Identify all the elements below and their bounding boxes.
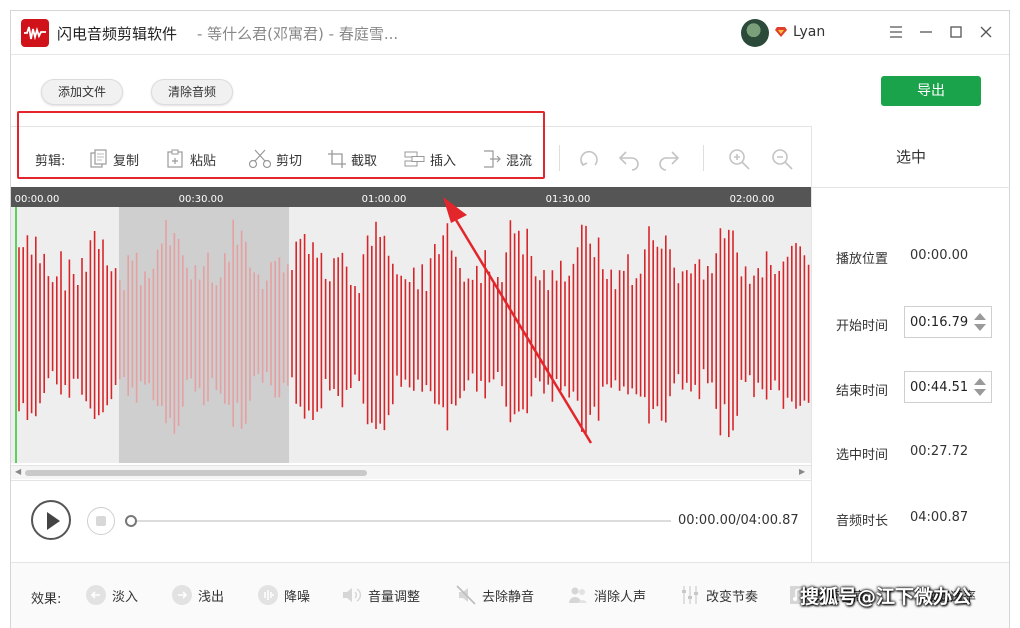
scroll-right-icon[interactable]: ▶ bbox=[799, 467, 805, 476]
vocals-icon bbox=[569, 587, 587, 603]
end-time-stepper[interactable]: 00:44.51 bbox=[904, 371, 992, 403]
toolbar-separator bbox=[559, 145, 560, 171]
scroll-thumb[interactable] bbox=[25, 470, 367, 476]
fade-out-icon bbox=[172, 585, 192, 605]
selected-time-value: 00:27.72 bbox=[910, 444, 969, 459]
timeline-ruler[interactable]: 00:00.00 00:30.00 01:00.00 01:30.00 02:0… bbox=[11, 187, 811, 207]
undo-icon[interactable] bbox=[617, 147, 641, 171]
remove-silence-label: 去除静音 bbox=[482, 589, 535, 605]
remove-silence-button[interactable]: 去除静音 bbox=[455, 583, 534, 607]
progress-knob[interactable] bbox=[125, 515, 137, 527]
title-bar: 闪电音频剪辑软件 - 等什么君(邓寓君) - 春庭雪... Lyan bbox=[11, 11, 1009, 55]
panel-title: 选中 bbox=[812, 126, 1010, 188]
minimize-icon[interactable] bbox=[915, 21, 937, 43]
mute-icon bbox=[456, 585, 476, 605]
play-position-value: 00:00.00 bbox=[910, 248, 969, 263]
volume-icon bbox=[343, 588, 362, 602]
duration-value: 04:00.87 bbox=[910, 510, 969, 525]
change-rhythm-label: 改变节奏 bbox=[706, 589, 759, 605]
play-position-label: 播放位置 bbox=[836, 252, 889, 267]
start-time-value[interactable]: 00:16.79 bbox=[910, 315, 968, 330]
fade-in-button[interactable]: 淡入 bbox=[85, 583, 138, 607]
annotation-highlight-box bbox=[17, 111, 545, 179]
decrement-icon[interactable] bbox=[974, 324, 986, 331]
scroll-left-icon[interactable]: ◀ bbox=[15, 467, 21, 476]
app-logo-icon bbox=[21, 19, 49, 47]
redo-icon[interactable] bbox=[657, 147, 681, 171]
end-time-label: 结束时间 bbox=[836, 384, 889, 399]
app-name: 闪电音频剪辑软件 bbox=[57, 25, 178, 43]
vip-diamond-icon bbox=[775, 27, 787, 37]
denoise-label: 降噪 bbox=[284, 589, 311, 605]
volume-adjust-button[interactable]: 音量调整 bbox=[341, 583, 420, 607]
change-rhythm-button[interactable]: 改变节奏 bbox=[679, 583, 758, 607]
loop-icon[interactable] bbox=[577, 147, 601, 171]
duration-label: 音频时长 bbox=[836, 514, 889, 529]
maximize-icon[interactable] bbox=[945, 21, 967, 43]
waveform bbox=[18, 219, 810, 438]
stop-button[interactable] bbox=[87, 507, 115, 535]
fade-in-icon bbox=[86, 585, 106, 605]
zoom-out-icon[interactable] bbox=[770, 147, 794, 171]
remove-vocals-label: 消除人声 bbox=[594, 589, 647, 605]
waveform-area[interactable] bbox=[11, 207, 811, 463]
tick-label: 00:30.00 bbox=[178, 194, 224, 205]
divider bbox=[11, 480, 811, 481]
avatar[interactable] bbox=[741, 19, 769, 47]
rhythm-icon bbox=[682, 586, 698, 604]
playhead[interactable] bbox=[15, 207, 17, 463]
denoise-icon bbox=[258, 585, 278, 605]
start-time-stepper[interactable]: 00:16.79 bbox=[904, 306, 992, 338]
decrement-icon[interactable] bbox=[974, 389, 986, 396]
effects-label: 效果: bbox=[31, 592, 62, 607]
tick-label: 01:00.00 bbox=[361, 194, 407, 205]
tick-label: 00:00.00 bbox=[14, 194, 60, 205]
increment-icon[interactable] bbox=[974, 313, 986, 320]
close-icon[interactable] bbox=[975, 21, 997, 43]
progress-track[interactable] bbox=[131, 520, 671, 522]
selection-panel: 选中 播放位置 00:00.00 开始时间 00:16.79 结束时间 00:4… bbox=[811, 126, 1010, 562]
fade-out-label: 浅出 bbox=[198, 589, 225, 605]
fade-in-label: 淡入 bbox=[112, 589, 139, 605]
remove-vocals-button[interactable]: 消除人声 bbox=[567, 583, 646, 607]
watermark: 搜狐号@江下微办公 bbox=[800, 586, 972, 608]
app-window: 闪电音频剪辑软件 - 等什么君(邓寓君) - 春庭雪... Lyan 添加文件 … bbox=[10, 10, 1010, 628]
zoom-in-icon[interactable] bbox=[727, 147, 751, 171]
increment-icon[interactable] bbox=[974, 378, 986, 385]
start-time-label: 开始时间 bbox=[836, 319, 889, 334]
clear-audio-button[interactable]: 清除音频 bbox=[151, 79, 234, 105]
end-time-value[interactable]: 00:44.51 bbox=[910, 380, 968, 395]
selected-time-label: 选中时间 bbox=[836, 448, 889, 463]
volume-adjust-label: 音量调整 bbox=[368, 589, 421, 605]
tick-label: 02:00.00 bbox=[729, 194, 775, 205]
timeline-scrollbar[interactable]: ◀ ▶ bbox=[11, 465, 811, 479]
menu-icon[interactable] bbox=[885, 21, 907, 43]
denoise-button[interactable]: 降噪 bbox=[257, 583, 310, 607]
tick-label: 01:30.00 bbox=[545, 194, 591, 205]
add-file-button[interactable]: 添加文件 bbox=[41, 79, 124, 105]
fade-out-button[interactable]: 浅出 bbox=[171, 583, 224, 607]
playback-time: 00:00.00/04:00.87 bbox=[678, 513, 799, 528]
play-button[interactable] bbox=[31, 500, 71, 540]
song-title: - 等什么君(邓寓君) - 春庭雪... bbox=[197, 25, 399, 43]
export-button[interactable]: 导出 bbox=[881, 76, 981, 106]
toolbar-separator bbox=[703, 145, 704, 171]
username[interactable]: Lyan bbox=[793, 24, 825, 40]
